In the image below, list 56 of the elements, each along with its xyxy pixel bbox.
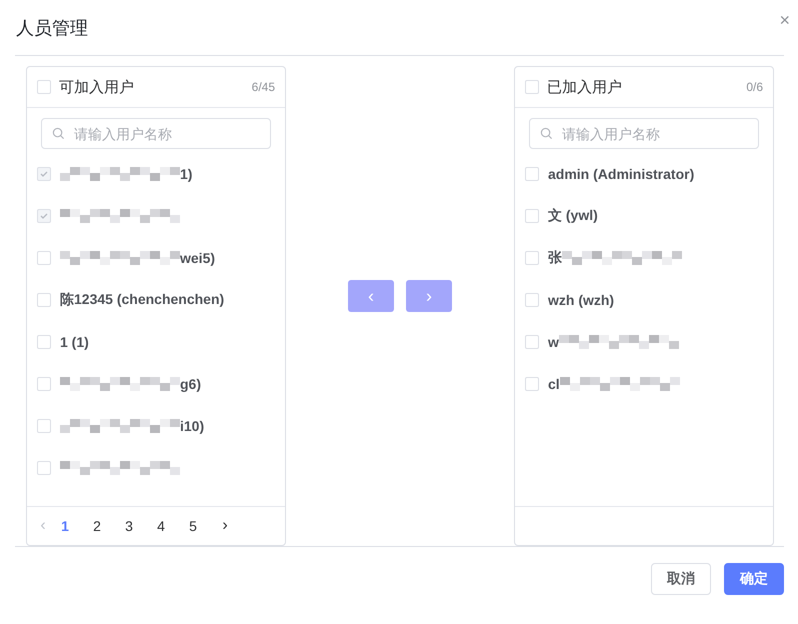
user-list-item[interactable]: cl	[515, 363, 773, 405]
checkbox[interactable]	[525, 209, 539, 223]
dialog-title: 人员管理	[15, 16, 88, 40]
checkbox[interactable]	[525, 251, 539, 265]
panel-title: 已加入用户	[547, 78, 623, 96]
user-list-item[interactable]: admin (Administrator)	[515, 153, 773, 195]
checkbox[interactable]	[525, 167, 539, 181]
checkbox[interactable]	[525, 80, 539, 94]
user-name: wzh (wzh)	[548, 292, 614, 308]
checkbox[interactable]	[37, 377, 51, 391]
search-field[interactable]: 请输入用户名称	[41, 118, 271, 149]
page-number[interactable]: 4	[145, 518, 177, 534]
user-list-item[interactable]: g6)	[27, 363, 285, 405]
user-list-item[interactable]: wei5)	[27, 237, 285, 279]
check-icon	[39, 211, 49, 221]
user-name: admin (Administrator)	[548, 166, 694, 182]
user-name: i10)	[180, 418, 204, 434]
user-list-item[interactable]: 陈12345 (chenchenchen)	[27, 279, 285, 321]
search-icon	[52, 127, 65, 140]
user-name: 陈12345 (chenchenchen)	[60, 291, 224, 309]
user-list-item[interactable]: w	[515, 321, 773, 363]
checkbox[interactable]	[37, 251, 51, 265]
user-name: cl	[548, 376, 560, 392]
next-page-button[interactable]: ›	[209, 517, 241, 535]
user-list-item[interactable]: 文 (ywl)	[515, 195, 773, 237]
checkbox[interactable]	[37, 335, 51, 349]
check-icon	[39, 169, 49, 179]
user-name: g6)	[180, 376, 201, 392]
page-number[interactable]: 2	[81, 518, 113, 534]
checkbox[interactable]	[37, 293, 51, 307]
page-number[interactable]: 3	[113, 518, 145, 534]
checkbox[interactable]	[37, 80, 51, 94]
checkbox[interactable]	[37, 461, 51, 475]
selection-count: 6/45	[252, 80, 275, 94]
page-number[interactable]: 5	[177, 518, 209, 534]
checkbox[interactable]	[525, 335, 539, 349]
checkbox[interactable]	[37, 419, 51, 433]
user-name: 1)	[180, 166, 192, 182]
selection-count: 0/6	[746, 80, 763, 94]
page-number[interactable]: 1	[49, 518, 81, 534]
user-list-item[interactable]: i10)	[27, 405, 285, 447]
user-name: 1 (1)	[60, 334, 89, 350]
user-name: wei5)	[180, 250, 216, 266]
user-name: w	[548, 334, 559, 350]
checkbox[interactable]	[525, 377, 539, 391]
search-field[interactable]: 请输入用户名称	[529, 118, 759, 149]
user-name: 文 (ywl)	[548, 207, 598, 225]
cancel-button[interactable]: 取消	[651, 563, 711, 595]
confirm-button[interactable]: 确定	[724, 563, 784, 595]
user-list-item[interactable]: 张	[515, 237, 773, 279]
checkbox[interactable]	[525, 293, 539, 307]
user-name: 张	[548, 249, 562, 267]
panel-title: 可加入用户	[59, 78, 135, 96]
search-icon	[540, 127, 553, 140]
user-list-item[interactable]: wzh (wzh)	[515, 279, 773, 321]
user-list-item[interactable]: 1 (1)	[27, 321, 285, 363]
